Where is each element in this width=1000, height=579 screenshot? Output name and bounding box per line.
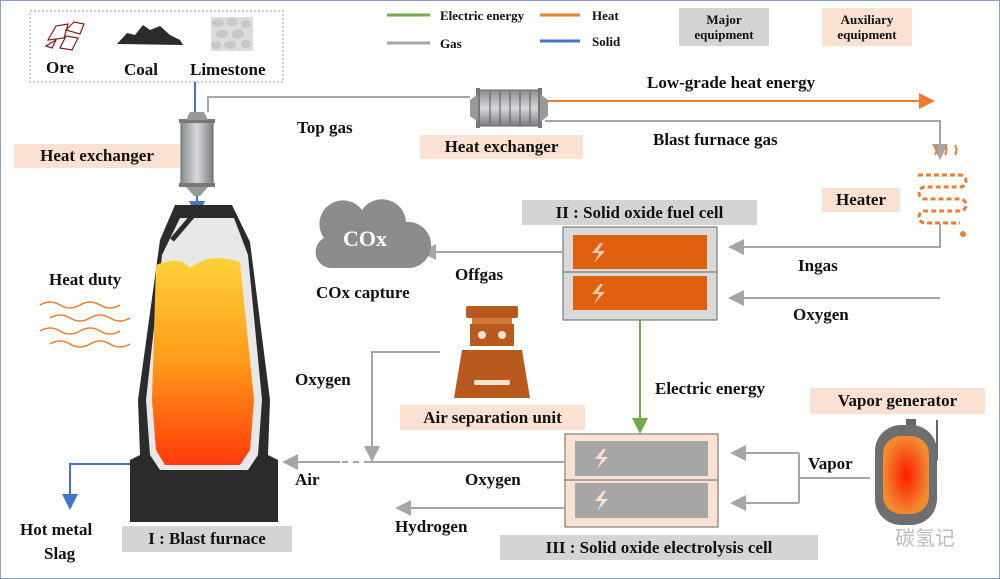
heat-duty-label: Heat duty xyxy=(49,270,122,289)
air-separation-unit-icon xyxy=(454,306,530,398)
vapor-generator-icon xyxy=(875,419,938,525)
hydrogen-label: Hydrogen xyxy=(395,517,468,536)
soec-icon xyxy=(564,433,719,528)
legend-auxiliary-equipment: Auxiliary equipment xyxy=(822,8,912,46)
legend-gas-label: Gas xyxy=(440,36,462,51)
heat-exchanger-1-label: Heat exchanger xyxy=(14,144,180,168)
legend-solid-label: Solid xyxy=(592,34,621,49)
process-diagram: Electric energy Gas Heat Solid Major equ… xyxy=(0,0,1000,579)
vapor-label: Vapor xyxy=(808,454,853,473)
heater-icon xyxy=(917,144,968,237)
watermark: 碳氢记 xyxy=(895,526,955,550)
sofc-label: II : Solid oxide fuel cell xyxy=(522,200,757,225)
low-grade-heat-label: Low-grade heat energy xyxy=(647,73,816,92)
blast-furnace-icon xyxy=(130,205,278,522)
offgas-label: Offgas xyxy=(455,265,504,284)
legend-electric-label: Electric energy xyxy=(440,8,525,23)
oxygen-sofc-label: Oxygen xyxy=(793,305,849,324)
ingas-label: Ingas xyxy=(798,256,838,275)
heat-exchanger-2-label: Heat exchanger xyxy=(420,135,583,159)
legend-major-equipment: Major equipment xyxy=(679,8,769,46)
limestone-label: Limestone xyxy=(190,60,266,79)
ingas-arrow xyxy=(728,224,941,255)
top-gas-label: Top gas xyxy=(297,118,353,137)
slag-label: Slag xyxy=(44,544,76,563)
sofc-icon xyxy=(562,226,718,321)
air-label: Air xyxy=(295,470,320,489)
co-capture-label: COx capture xyxy=(316,283,410,302)
legend-heat-label: Heat xyxy=(592,8,619,23)
heat-duty-waves-icon xyxy=(39,301,131,348)
coal-label: Coal xyxy=(124,60,158,79)
oxygen-soec-label: Oxygen xyxy=(465,470,521,489)
limestone-icon xyxy=(211,17,253,51)
bf-gas-label: Blast furnace gas xyxy=(653,130,778,149)
diagram-graphics xyxy=(0,0,1000,579)
vapor-generator-label: Vapor generator xyxy=(810,388,985,414)
heater-label: Heater xyxy=(822,188,900,212)
oxygen-asu-label: Oxygen xyxy=(295,370,351,389)
heat-exchanger-2-icon xyxy=(470,88,548,128)
hot-metal-arrow xyxy=(62,463,130,510)
ore-label: Ore xyxy=(46,58,75,77)
electric-energy-label: Electric energy xyxy=(655,379,765,398)
top-gas-line xyxy=(207,96,470,112)
blast-furnace-label: I : Blast furnace xyxy=(122,526,292,552)
soec-label: III : Solid oxide electrolysis cell xyxy=(500,535,818,560)
hot-metal-label: Hot metal xyxy=(20,520,93,539)
coal-icon xyxy=(117,25,183,45)
asu-label: Air separation unit xyxy=(400,405,585,430)
ore-icon xyxy=(44,21,85,51)
heat-exchanger-1-icon xyxy=(179,112,215,196)
co-cloud-text: COx xyxy=(343,226,387,251)
